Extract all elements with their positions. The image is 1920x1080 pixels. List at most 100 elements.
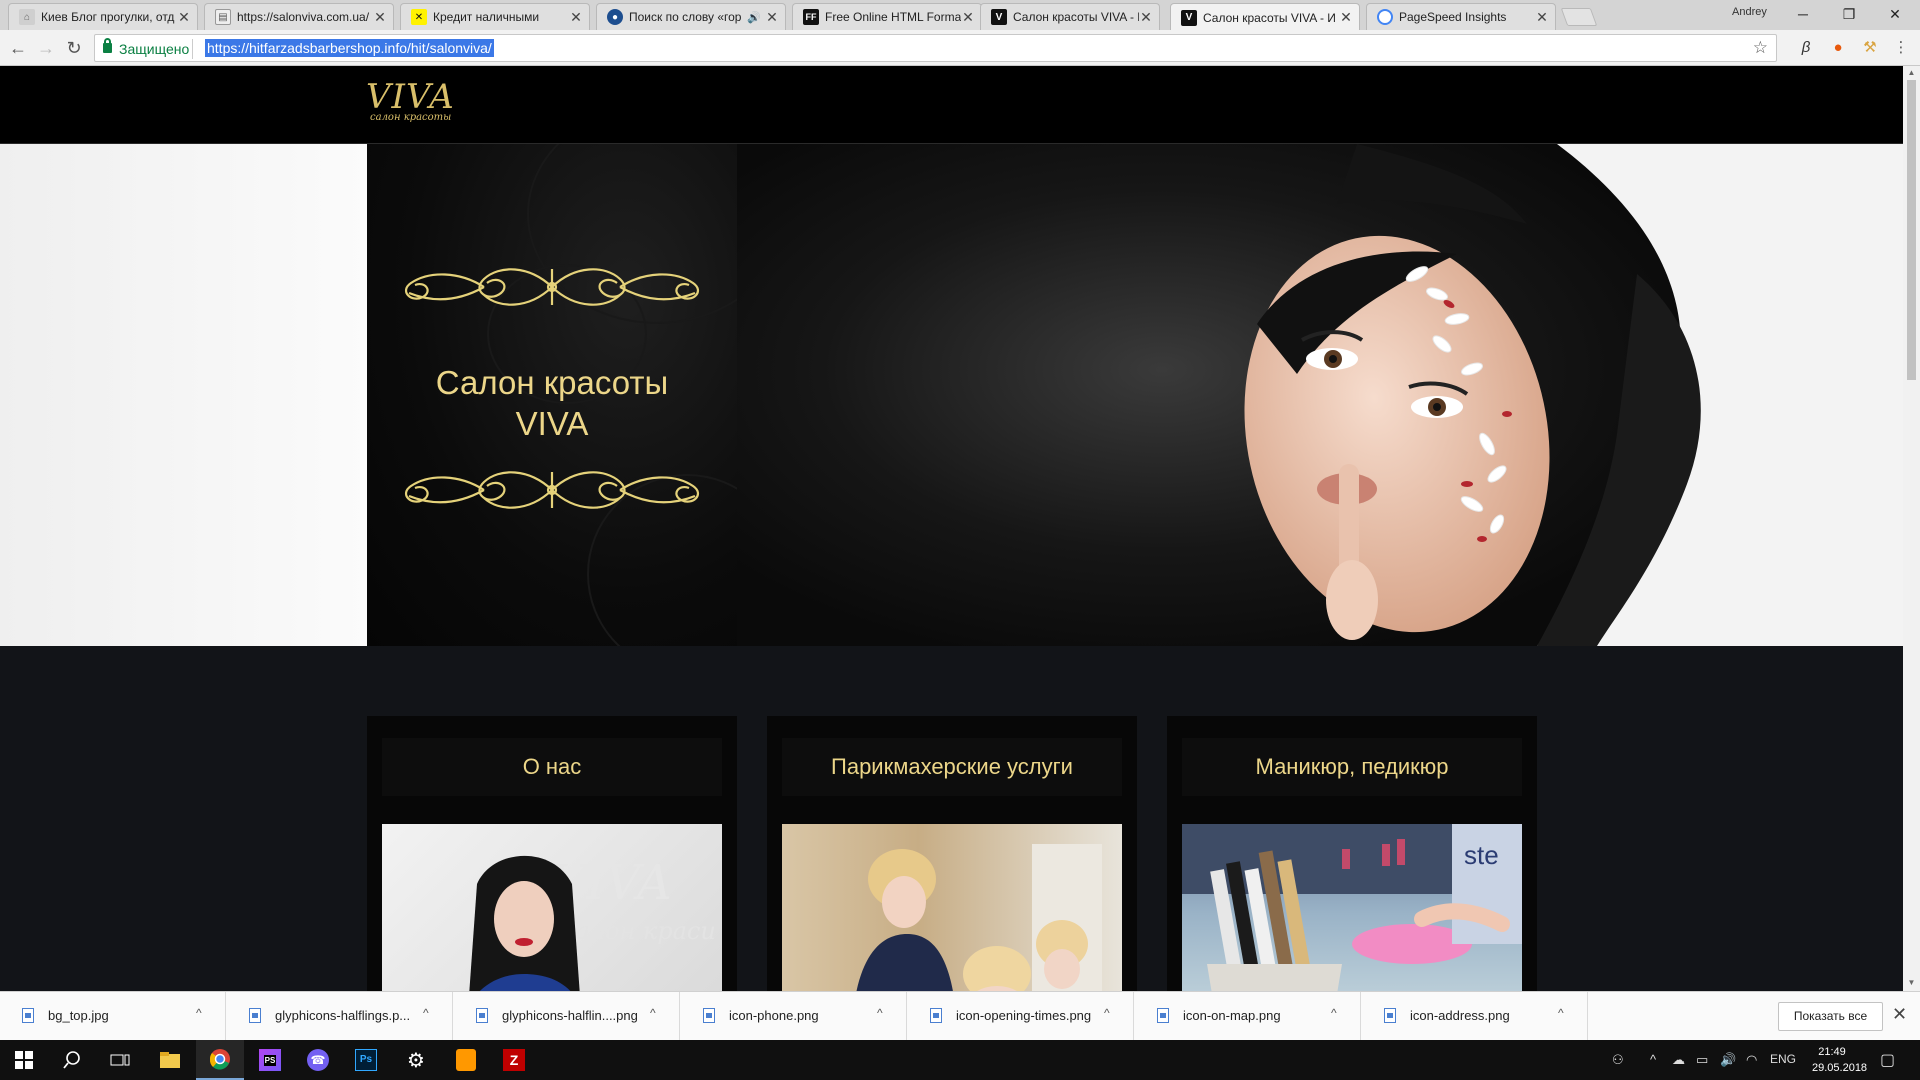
show-all-downloads-button[interactable]: Показать все bbox=[1778, 1002, 1883, 1031]
filezilla-icon[interactable]: Z bbox=[490, 1040, 538, 1080]
language-indicator[interactable]: ENG bbox=[1770, 1052, 1796, 1066]
chevron-up-icon[interactable]: ^ bbox=[650, 1006, 656, 1020]
volume-icon[interactable]: 🔊 bbox=[1720, 1052, 1736, 1068]
extension-fire-icon[interactable]: ● bbox=[1827, 37, 1849, 59]
address-bar[interactable]: Защищено https://hitfarzadsbarbershop.in… bbox=[94, 34, 1777, 62]
chevron-up-icon[interactable]: ^ bbox=[877, 1006, 883, 1020]
logo-main-text: VIVA bbox=[366, 77, 455, 117]
tab-0[interactable]: ⌂ Киев Блог прогулки, отд ✕ bbox=[8, 3, 198, 30]
people-icon[interactable]: ⚇ bbox=[1612, 1052, 1624, 1068]
close-icon[interactable]: ✕ bbox=[1892, 1004, 1907, 1025]
task-view-icon[interactable] bbox=[96, 1040, 144, 1080]
card-title[interactable]: Парикмахерские услуги bbox=[782, 738, 1122, 796]
scroll-down-arrow-icon[interactable]: ▼ bbox=[1903, 978, 1920, 987]
download-item[interactable]: icon-on-map.png ^ bbox=[1135, 992, 1361, 1041]
download-item[interactable]: glyphicons-halflin....png ^ bbox=[454, 992, 680, 1041]
forward-button[interactable]: → bbox=[34, 36, 58, 60]
wifi-icon[interactable]: ◠ bbox=[1746, 1052, 1757, 1068]
file-explorer-icon[interactable] bbox=[146, 1040, 194, 1080]
chevron-up-icon[interactable]: ^ bbox=[196, 1006, 202, 1020]
chevron-up-icon[interactable]: ^ bbox=[1331, 1006, 1337, 1020]
url-text[interactable]: https://hitfarzadsbarbershop.info/hit/sa… bbox=[205, 39, 494, 57]
download-item[interactable]: icon-opening-times.png ^ bbox=[908, 992, 1134, 1041]
chevron-up-icon[interactable]: ^ bbox=[1558, 1006, 1564, 1020]
tab-2[interactable]: ✕ Кредит наличными ✕ bbox=[400, 3, 590, 30]
extension-beta-icon[interactable]: β bbox=[1795, 37, 1817, 59]
card-hairdressing[interactable]: Парикмахерские услуги bbox=[767, 716, 1137, 991]
image-file-icon bbox=[703, 1008, 715, 1023]
onedrive-icon[interactable]: ☁ bbox=[1672, 1052, 1685, 1068]
download-item[interactable]: glyphicons-halflings.p... ^ bbox=[227, 992, 453, 1041]
close-tab-icon[interactable]: ✕ bbox=[1139, 9, 1153, 26]
bookmark-star-icon[interactable]: ☆ bbox=[1753, 38, 1768, 58]
tab-6-active[interactable]: V Салон красоты VIVA - И ✕ bbox=[1170, 3, 1360, 31]
phpstorm-icon[interactable]: PS bbox=[246, 1040, 294, 1080]
download-item[interactable]: icon-phone.png ^ bbox=[681, 992, 907, 1041]
card-manicure[interactable]: Маникюр, педикюр ste bbox=[1167, 716, 1537, 991]
download-item[interactable]: bg_top.jpg ^ bbox=[0, 992, 226, 1041]
extension-hammer-icon[interactable]: ⚒ bbox=[1859, 37, 1881, 59]
svg-text:салон краси: салон краси bbox=[562, 917, 716, 945]
menu-icon[interactable]: ⋮ bbox=[1890, 37, 1912, 59]
hairdressing-photo[interactable] bbox=[782, 824, 1122, 991]
download-file-name: glyphicons-halflings.p... bbox=[275, 1008, 411, 1023]
download-file-name: icon-phone.png bbox=[729, 1008, 819, 1023]
download-shelf: bg_top.jpg ^ glyphicons-halflings.p... ^… bbox=[0, 991, 1920, 1041]
profile-name[interactable]: Andrey bbox=[1732, 6, 1767, 18]
tab-5[interactable]: V Салон красоты VIVA - И ✕ bbox=[980, 3, 1160, 30]
image-file-icon bbox=[22, 1008, 34, 1023]
chrome-icon[interactable] bbox=[196, 1040, 244, 1080]
close-tab-icon[interactable]: ✕ bbox=[1535, 9, 1549, 26]
close-tab-icon[interactable]: ✕ bbox=[961, 9, 975, 26]
close-tab-icon[interactable]: ✕ bbox=[373, 9, 387, 26]
photoshop-icon[interactable]: Ps bbox=[342, 1040, 390, 1080]
tab-strip: ⌂ Киев Блог прогулки, отд ✕ ▤ https://sa… bbox=[0, 0, 1920, 31]
scrollbar-thumb[interactable] bbox=[1907, 80, 1916, 380]
start-icon[interactable] bbox=[0, 1040, 48, 1080]
tab-1[interactable]: ▤ https://salonviva.com.ua/ ✕ bbox=[204, 3, 394, 30]
chevron-up-icon[interactable]: ^ bbox=[423, 1006, 429, 1020]
clock[interactable]: 21:49 29.05.2018 bbox=[1812, 1044, 1867, 1076]
divider bbox=[192, 39, 193, 59]
close-tab-icon[interactable]: ✕ bbox=[1339, 9, 1353, 26]
audio-playing-icon[interactable]: 🔊 bbox=[747, 11, 761, 24]
site-logo[interactable]: VIVA салон красоты bbox=[366, 77, 455, 124]
hat-icon: ⌂ bbox=[19, 9, 35, 25]
card-title[interactable]: Маникюр, педикюр bbox=[1182, 738, 1522, 796]
browser-toolbar: ← → ↻ Защищено https://hitfarzadsbarbers… bbox=[0, 30, 1920, 66]
close-window-button[interactable]: ✕ bbox=[1872, 0, 1918, 28]
close-tab-icon[interactable]: ✕ bbox=[177, 9, 191, 26]
pagespeed-icon bbox=[1377, 9, 1393, 25]
site-header: VIVA салон красоты bbox=[0, 66, 1903, 144]
salon-owner-photo[interactable]: VIVA салон краси bbox=[382, 824, 722, 991]
tab-title: PageSpeed Insights bbox=[1399, 10, 1507, 24]
tab-4[interactable]: FF Free Online HTML Forma ✕ bbox=[792, 3, 982, 30]
back-button[interactable]: ← bbox=[6, 36, 30, 60]
scroll-up-arrow-icon[interactable]: ▲ bbox=[1903, 68, 1920, 77]
tab-3[interactable]: ● Поиск по слову «гор 🔊 ✕ bbox=[596, 3, 786, 30]
chevron-up-icon[interactable]: ^ bbox=[1104, 1006, 1110, 1020]
reload-button[interactable]: ↻ bbox=[62, 36, 86, 60]
notifications-icon[interactable]: ▢ bbox=[1880, 1050, 1895, 1070]
close-tab-icon[interactable]: ✕ bbox=[765, 9, 779, 26]
tab-title: Поиск по слову «гор bbox=[629, 10, 742, 24]
image-file-icon bbox=[249, 1008, 261, 1023]
download-item[interactable]: icon-address.png ^ bbox=[1362, 992, 1588, 1041]
viber-icon[interactable]: ☎ bbox=[294, 1040, 342, 1080]
settings-icon[interactable]: ⚙ bbox=[392, 1040, 440, 1080]
minimize-button[interactable]: ─ bbox=[1780, 0, 1826, 28]
download-file-name: icon-opening-times.png bbox=[956, 1008, 1092, 1023]
card-title[interactable]: О нас bbox=[382, 738, 722, 796]
tab-7[interactable]: PageSpeed Insights ✕ bbox=[1366, 3, 1556, 30]
restore-button[interactable]: ❐ bbox=[1826, 0, 1872, 28]
hero-section: Салон красоты VIVA bbox=[0, 144, 1903, 646]
network-icon[interactable]: ▭ bbox=[1696, 1052, 1708, 1068]
sublime-text-icon[interactable] bbox=[442, 1040, 490, 1080]
card-about[interactable]: О нас VIVA салон краси bbox=[367, 716, 737, 991]
chevron-up-icon[interactable]: ^ bbox=[1650, 1052, 1656, 1067]
page-scrollbar[interactable]: ▲ ▼ bbox=[1903, 66, 1920, 991]
close-tab-icon[interactable]: ✕ bbox=[569, 9, 583, 26]
manicure-tools-photo[interactable]: ste bbox=[1182, 824, 1522, 991]
search-icon[interactable] bbox=[48, 1040, 96, 1080]
new-tab-button[interactable] bbox=[1560, 8, 1598, 26]
